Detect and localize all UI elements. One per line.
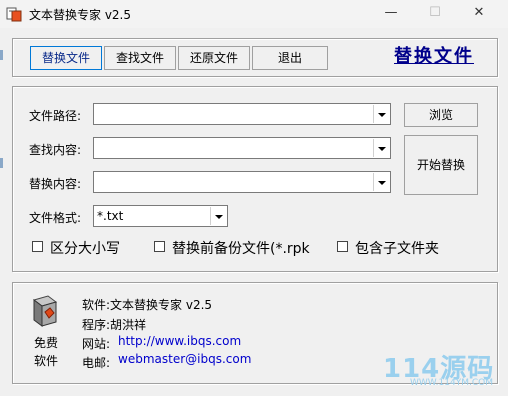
find-label: 查找内容:: [29, 143, 82, 157]
path-combo[interactable]: [93, 103, 391, 125]
author-info: 程序:胡洪祥: [82, 318, 147, 332]
chevron-down-icon[interactable]: [373, 105, 389, 123]
minimize-button[interactable]: —: [376, 4, 406, 22]
chevron-down-icon[interactable]: [373, 139, 389, 157]
free-label-line1: 免费: [34, 336, 59, 350]
site-link[interactable]: http://www.ibqs.com: [118, 334, 241, 348]
find-combo[interactable]: [93, 137, 391, 159]
window-title: 文本替换专家 v2.5: [29, 8, 132, 22]
email-label: 电邮:: [82, 356, 111, 370]
replace-combo[interactable]: [93, 171, 391, 193]
maximize-button[interactable]: ☐: [420, 4, 450, 22]
include-subfolders-checkbox[interactable]: 包含子文件夹: [337, 238, 467, 257]
replace-label: 替换内容:: [29, 177, 82, 191]
software-box-icon: [32, 295, 58, 327]
chevron-down-icon[interactable]: [373, 173, 389, 191]
background-window-edge: [0, 50, 3, 60]
format-value: *.txt: [97, 209, 124, 223]
exit-button[interactable]: 退出: [252, 46, 328, 70]
background-window-edge: [0, 158, 3, 168]
page-heading: 替换文件: [394, 46, 474, 67]
tab-restore-file[interactable]: 还原文件: [178, 46, 250, 70]
checkbox-box[interactable]: [32, 241, 43, 252]
close-button[interactable]: ✕: [464, 4, 494, 22]
case-sensitive-checkbox[interactable]: 区分大小写: [32, 238, 144, 257]
tab-replace-file[interactable]: 替换文件: [30, 46, 102, 70]
checkbox-box[interactable]: [337, 241, 348, 252]
start-replace-button[interactable]: 开始替换: [404, 135, 478, 195]
checkbox-box[interactable]: [154, 241, 165, 252]
checkbox-label: 包含子文件夹: [355, 241, 439, 257]
checkbox-label: 区分大小写: [50, 241, 120, 257]
checkbox-label: 替换前备份文件(*.rpk: [172, 241, 310, 257]
tab-find-file[interactable]: 查找文件: [104, 46, 176, 70]
title-bar: 文本替换专家 v2.5 — ☐ ✕: [0, 0, 508, 28]
email-link[interactable]: webmaster@ibqs.com: [118, 352, 251, 366]
backup-checkbox[interactable]: 替换前备份文件(*.rpk: [154, 238, 324, 257]
software-info: 软件:文本替换专家 v2.5: [82, 298, 213, 312]
format-label: 文件格式:: [29, 211, 82, 225]
watermark-url: WWW.114YM.COM: [410, 378, 493, 388]
app-icon: [6, 7, 22, 22]
free-label-line2: 软件: [34, 354, 59, 368]
browse-button[interactable]: 浏览: [404, 103, 478, 127]
chevron-down-icon[interactable]: [210, 207, 226, 225]
site-label: 网站:: [82, 337, 111, 351]
path-label: 文件路径:: [29, 109, 82, 123]
format-select[interactable]: *.txt: [93, 205, 228, 227]
